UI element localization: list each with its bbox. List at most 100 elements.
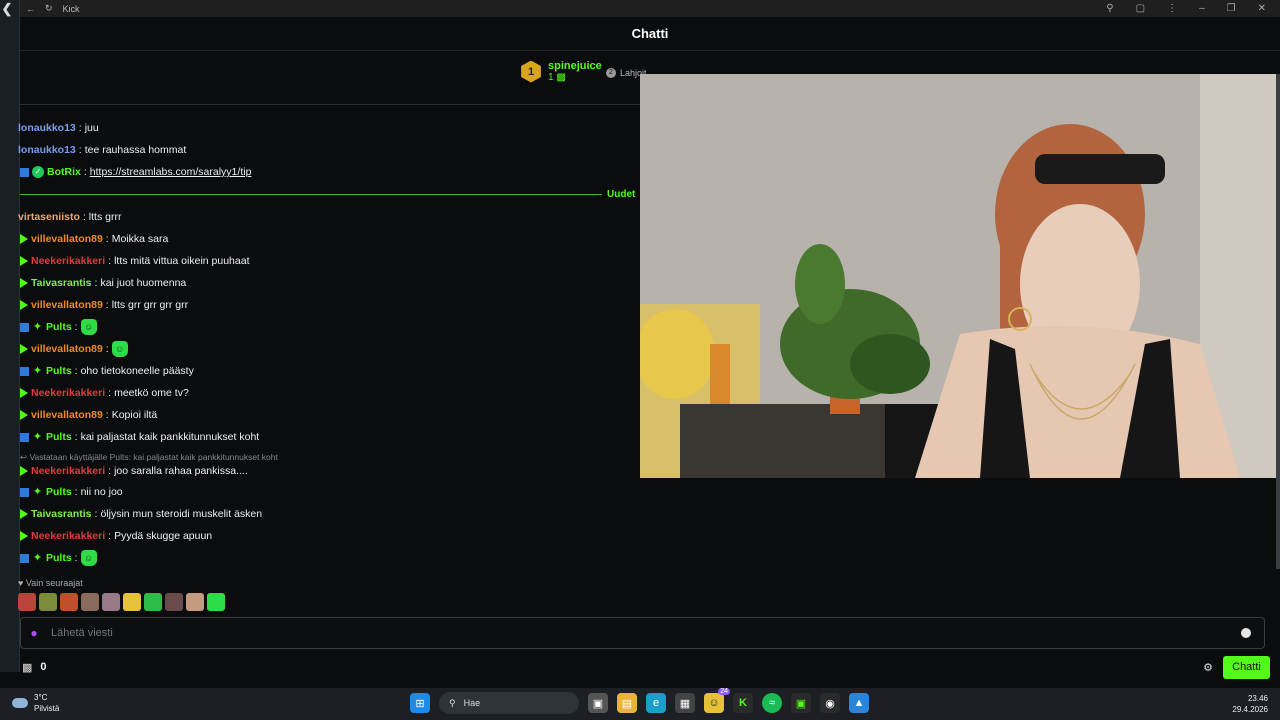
subscriber-badge-icon <box>20 256 28 266</box>
extensions-icon[interactable]: ▢ <box>1136 3 1145 14</box>
weather-widget[interactable]: 3°C Pilvistä <box>12 692 59 714</box>
browser-titlebar: ← ↻ Kick ⚲ ▢ ⋮ – ❐ ✕ <box>0 0 1280 17</box>
emote-icon[interactable] <box>186 593 204 611</box>
chat-username[interactable]: Neekerikakkeri <box>31 465 105 477</box>
task-view-icon[interactable]: ▣ <box>588 693 608 713</box>
chat-username[interactable]: lonaukko13 <box>18 122 76 134</box>
zoom-icon[interactable]: ⚲ <box>1106 3 1113 14</box>
chat-username[interactable]: BotRix <box>47 166 81 178</box>
chat-title: Chatti <box>631 26 669 41</box>
emote-icon[interactable] <box>123 593 141 611</box>
edge-icon[interactable]: e <box>646 693 666 713</box>
points-count: 0 <box>40 661 47 673</box>
emote-icon[interactable]: ☺ <box>80 319 97 335</box>
emote-icon[interactable] <box>207 593 225 611</box>
emote-icon[interactable] <box>165 593 183 611</box>
chat-username[interactable]: virtaseniisto <box>18 211 80 223</box>
file-explorer-icon[interactable]: ▤ <box>617 693 637 713</box>
top-gifter-name: spinejuice <box>548 60 602 72</box>
collapse-icon[interactable]: ❮ <box>0 2 14 16</box>
start-icon[interactable]: ⊞ <box>410 693 430 713</box>
subscriber-badge-icon <box>20 234 28 244</box>
emote-icon[interactable]: ☺ <box>80 550 97 566</box>
subscriber-badge-icon <box>20 466 28 476</box>
menu-icon[interactable]: ⋮ <box>1167 3 1177 14</box>
chat-link[interactable]: https://streamlabs.com/saralyy1/tip <box>90 166 252 178</box>
chat-message: villevallaton89: Kopioi iltä <box>20 409 157 421</box>
video-frame <box>640 74 1280 478</box>
photos-icon[interactable]: ▲ <box>849 693 869 713</box>
chat-message: ✦ Pults: ☺ <box>20 319 97 335</box>
scrollbar[interactable] <box>1276 74 1280 569</box>
settings-icon[interactable]: ⚙ <box>1203 661 1213 674</box>
chat-message: ✦ Pults: nii no joo <box>20 486 123 498</box>
chat-username[interactable]: Pults <box>46 365 72 377</box>
microphone-icon[interactable]: ● <box>27 626 41 640</box>
minimize-icon[interactable]: – <box>1199 3 1205 14</box>
subscriber-badge-icon <box>20 531 28 541</box>
system-clock[interactable]: 23.46 29.4.2026 <box>1222 693 1268 715</box>
chat-text: öljysin mun steroidi muskelit äsken <box>100 508 263 520</box>
chat-message: ✓ BotRix: https://streamlabs.com/saralyy… <box>20 166 251 178</box>
chat-username[interactable]: villevallaton89 <box>31 409 103 421</box>
notification-badge: 24 <box>718 688 730 695</box>
emote-icon[interactable] <box>81 593 99 611</box>
close-window-icon[interactable]: ✕ <box>1258 3 1266 14</box>
chat-username[interactable]: Taivasrantis <box>31 508 92 520</box>
chat-username[interactable]: villevallaton89 <box>31 299 103 311</box>
chat-message: lonaukko13: tee rauhassa hommat <box>18 144 187 156</box>
reload-icon[interactable]: ↻ <box>45 3 53 14</box>
weather-temp: 3°C <box>34 693 48 702</box>
chat-username[interactable]: Neekerikakkeri <box>31 530 105 542</box>
chat-username[interactable]: Neekerikakkeri <box>31 387 105 399</box>
emote-icon[interactable] <box>39 593 57 611</box>
send-chat-button[interactable]: Chatti <box>1223 655 1270 679</box>
new-messages-label: Uudet <box>607 189 636 200</box>
taskbar-search[interactable]: ⚲ Hae <box>439 692 579 714</box>
reply-context[interactable]: ↩ Vastataan käyttäjälle Pults: kai palja… <box>20 452 278 463</box>
chat-username[interactable]: Pults <box>46 552 72 564</box>
stream-video[interactable] <box>640 74 1280 478</box>
emote-icon[interactable] <box>102 593 120 611</box>
og-badge-icon: ✦ <box>32 320 43 333</box>
chat-message: villevallaton89: ☺ <box>20 341 128 357</box>
chat-username[interactable]: Taivasrantis <box>31 277 92 289</box>
chat-username[interactable]: Pults <box>46 321 72 333</box>
maximize-icon[interactable]: ❐ <box>1227 3 1236 14</box>
emoji-icon[interactable] <box>1241 628 1251 638</box>
emote-icon[interactable] <box>144 593 162 611</box>
chat-username[interactable]: Neekerikakkeri <box>31 255 105 267</box>
chat-input[interactable] <box>51 627 1241 639</box>
kick-icon[interactable]: K <box>733 693 753 713</box>
rank-badge: 1 <box>521 60 541 83</box>
obs-icon[interactable]: ◉ <box>820 693 840 713</box>
og-badge-icon: ✦ <box>32 430 43 443</box>
verified-bot-icon: ✓ <box>32 166 44 178</box>
spotify-icon[interactable]: ≈ <box>762 693 782 713</box>
streaming-app-icon[interactable]: ▣ <box>791 693 811 713</box>
emote-icon[interactable] <box>18 593 36 611</box>
back-icon[interactable]: ← <box>26 4 35 14</box>
side-panel: ❮ <box>0 0 20 672</box>
moderator-badge-icon <box>20 167 29 177</box>
emote-icon[interactable]: ☺ <box>111 341 128 357</box>
store-icon[interactable]: ▦ <box>675 693 695 713</box>
heart-icon: ♥ <box>18 578 24 588</box>
top-gifter[interactable]: 1 spinejuice 1 ▩ <box>520 60 602 83</box>
recent-emotes <box>18 593 225 611</box>
chat-messages[interactable]: lonaukko13: juu lonaukko13: tee rauhassa… <box>18 106 640 616</box>
chat-username[interactable]: Pults <box>46 431 72 443</box>
chat-text: meetkö ome tv? <box>114 387 189 399</box>
og-badge-icon: ✦ <box>32 364 43 377</box>
chat-divider <box>20 104 640 105</box>
notification-app-icon[interactable]: ☺ 24 <box>704 688 730 713</box>
chat-username[interactable]: lonaukko13 <box>18 144 76 156</box>
emote-icon[interactable] <box>60 593 78 611</box>
moderator-badge-icon <box>20 553 29 563</box>
gift-icon[interactable]: ▩ <box>22 661 32 674</box>
moderator-badge-icon <box>20 432 29 442</box>
chat-username[interactable]: villevallaton89 <box>31 233 103 245</box>
subscriber-badge-icon <box>20 278 28 288</box>
chat-username[interactable]: Pults <box>46 486 72 498</box>
chat-username[interactable]: villevallaton89 <box>31 343 103 355</box>
